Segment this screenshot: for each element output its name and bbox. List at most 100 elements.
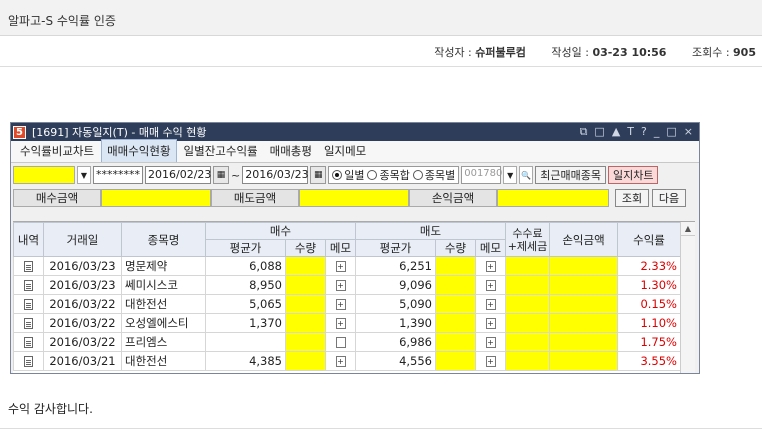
cell-sell-qty [435,351,476,371]
cell-buy-avg: 4,385 [205,351,286,371]
tab-compare-chart: 수익률비교차트 [20,144,95,158]
cell-buy-qty [285,332,326,352]
cell-pl [549,256,618,276]
cell-fee [505,256,550,276]
cell-pl [549,313,618,333]
cell-buy-avg: 6,088 [205,256,286,276]
cell-buy-qty [285,256,326,276]
divider [0,428,762,429]
memo-icon: + [335,318,346,329]
cell-sell-qty [435,332,476,352]
cell-name: 쎄미시스코 [121,275,206,295]
table-row: 2016/03/21 대한전선 4,385 +4,556 +3.55% [13,351,681,371]
table-row: 2016/03/22 대한전선 5,065 +5,090 +0.15% [13,294,681,314]
col-sell-memo: 메모 [475,239,506,257]
window-title: [1691] 자동일지(T) - 매매 수익 현황 [32,126,207,139]
cell-name: 명문제약 [121,256,206,276]
col-sell-group: 매도 [355,222,506,240]
cell-buy-avg: 1,370 [205,313,286,333]
radio-daily: 일별 [332,167,364,183]
author-label: 작성자 : [434,46,472,59]
close-icon: × [683,125,693,138]
font-icon: T [627,125,635,138]
table-row: 2016/03/22 프리엠스 6,986 +1.75% [13,332,681,352]
cell-date: 2016/03/23 [43,256,122,276]
copy-icon: □ [594,125,605,138]
cell-rate: 0.15% [617,294,681,314]
cell-buy-qty [285,313,326,333]
document-icon [24,261,33,272]
cell-name: 대한전선 [121,351,206,371]
memo-icon: + [485,299,496,310]
date-label: 작성일 : [551,46,589,59]
cell-buy-qty [285,294,326,314]
document-icon [24,337,33,348]
journal-chart-button: 일지차트 [607,166,659,184]
col-buy-group: 매수 [205,222,356,240]
cell-fee [505,313,550,333]
date-range-tilde: ~ [231,168,241,182]
query-button: 조회 [615,189,649,207]
cell-fee [505,351,550,371]
sell-amount-value [299,189,409,207]
table-row: 2016/03/23 쎄미시스코 8,950 +9,096 +1.30% [13,275,681,295]
view-mode-radio-group: 일별 종목합 종목별 [328,166,460,184]
memo-icon [335,337,346,348]
cell-buy-qty [285,351,326,371]
cell-name: 프리엠스 [121,332,206,352]
document-icon [24,299,33,310]
date-to-field: 2016/03/23 [242,166,309,184]
post-body: 수익 감사합니다. [8,402,93,416]
col-buy-memo: 메모 [325,239,356,257]
cell-date: 2016/03/23 [43,275,122,295]
memo-icon: + [485,337,496,348]
table-row: 2016/03/23 명문제약 6,088 +6,251 +2.33% [13,256,681,276]
post-date: 03-23 10:56 [592,46,667,59]
memo-icon: + [335,261,346,272]
col-rate: 수익률 [617,222,681,257]
date-from-field: 2016/02/23 [145,166,211,184]
minimize-icon: _ [653,125,660,138]
document-icon [24,280,33,291]
cell-buy-avg: 5,065 [205,294,286,314]
recent-trades-button: 최근매매종목 [535,166,606,184]
restore-icon: ⧉ [579,125,588,138]
vertical-scrollbar: ▲ [680,222,695,373]
radio-by-stock: 종목별 [412,167,455,183]
hts-window-screenshot: 5 [1691] 자동일지(T) - 매매 수익 현황 ⧉ □ ▲ T ? _ … [10,122,700,374]
trade-table-container: 내역 거래일 종목명 매수 매도 수수료 +제세금 손익금액 수익률 평균가 수량… [13,221,695,373]
cell-fee [505,332,550,352]
cell-name: 오성엘에스티 [121,313,206,333]
tab-daily-balance: 일별잔고수익률 [183,144,258,158]
col-fee: 수수료 +제세금 [505,222,550,257]
cell-sell-avg: 6,251 [355,256,436,276]
col-name: 종목명 [121,222,206,257]
account-field [13,166,75,184]
views-count: 905 [733,46,756,59]
query-toolbar: ▼ ******** 2016/02/23 ▦ ~ 2016/03/23 ▦ 일… [11,163,699,187]
cell-buy-avg: 8,950 [205,275,286,295]
document-icon [24,318,33,329]
cell-sell-qty [435,275,476,295]
password-field: ******** [93,166,143,184]
pl-amount-value [497,189,609,207]
author-name[interactable]: 슈퍼불루컴 [475,46,526,59]
memo-icon: + [485,280,496,291]
sell-amount-label: 매도금액 [211,189,299,207]
memo-icon: + [485,318,496,329]
calendar-icon: ▦ [213,166,229,184]
col-date: 거래일 [43,222,122,257]
stock-code-field: 001780 [461,166,502,184]
radio-stock-sum: 종목합 [367,167,410,183]
tab-journal-memo: 일지메모 [323,144,367,158]
col-detail: 내역 [13,222,44,257]
cell-date: 2016/03/22 [43,313,122,333]
chevron-down-icon: ▼ [77,166,91,184]
buy-amount-label: 매수금액 [13,189,101,207]
cell-sell-avg: 4,556 [355,351,436,371]
cell-sell-qty [435,256,476,276]
cell-name: 대한전선 [121,294,206,314]
cell-buy-qty [285,275,326,295]
memo-icon: + [485,356,496,367]
buy-amount-value [101,189,211,207]
